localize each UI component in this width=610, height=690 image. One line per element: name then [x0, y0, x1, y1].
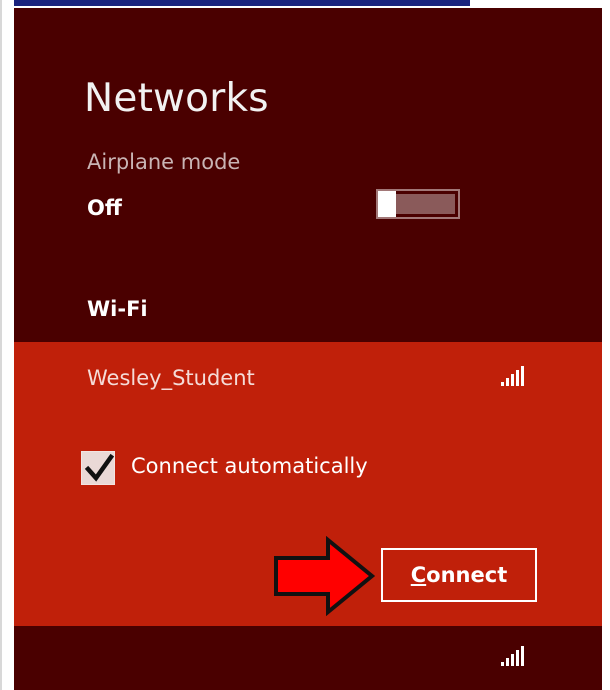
toggle-thumb — [378, 191, 396, 217]
connect-automatically-checkbox[interactable] — [81, 451, 115, 485]
wifi-section-label: Wi-Fi — [87, 297, 148, 321]
network-item-selected[interactable]: Wesley_Student Connect automatically Con… — [14, 342, 602, 626]
red-arrow-icon — [274, 536, 376, 616]
airplane-mode-toggle[interactable] — [376, 189, 460, 219]
checkmark-icon — [84, 453, 114, 482]
connect-button[interactable]: Connect — [381, 548, 537, 602]
wifi-signal-icon — [501, 366, 524, 386]
wifi-signal-icon — [501, 646, 524, 666]
top-border — [14, 0, 470, 6]
toggle-track — [396, 194, 455, 214]
connect-automatically-label: Connect automatically — [131, 454, 368, 478]
airplane-mode-label: Airplane mode — [87, 150, 241, 174]
left-border — [0, 0, 2, 690]
connect-button-label: onnect — [426, 563, 508, 587]
airplane-mode-state: Off — [87, 196, 122, 220]
connect-button-access-key: C — [410, 563, 427, 587]
network-ssid: Wesley_Student — [87, 366, 255, 390]
panel-title: Networks — [84, 76, 269, 121]
networks-panel: Networks Airplane mode Off Wi-Fi Wesley_… — [14, 8, 602, 690]
